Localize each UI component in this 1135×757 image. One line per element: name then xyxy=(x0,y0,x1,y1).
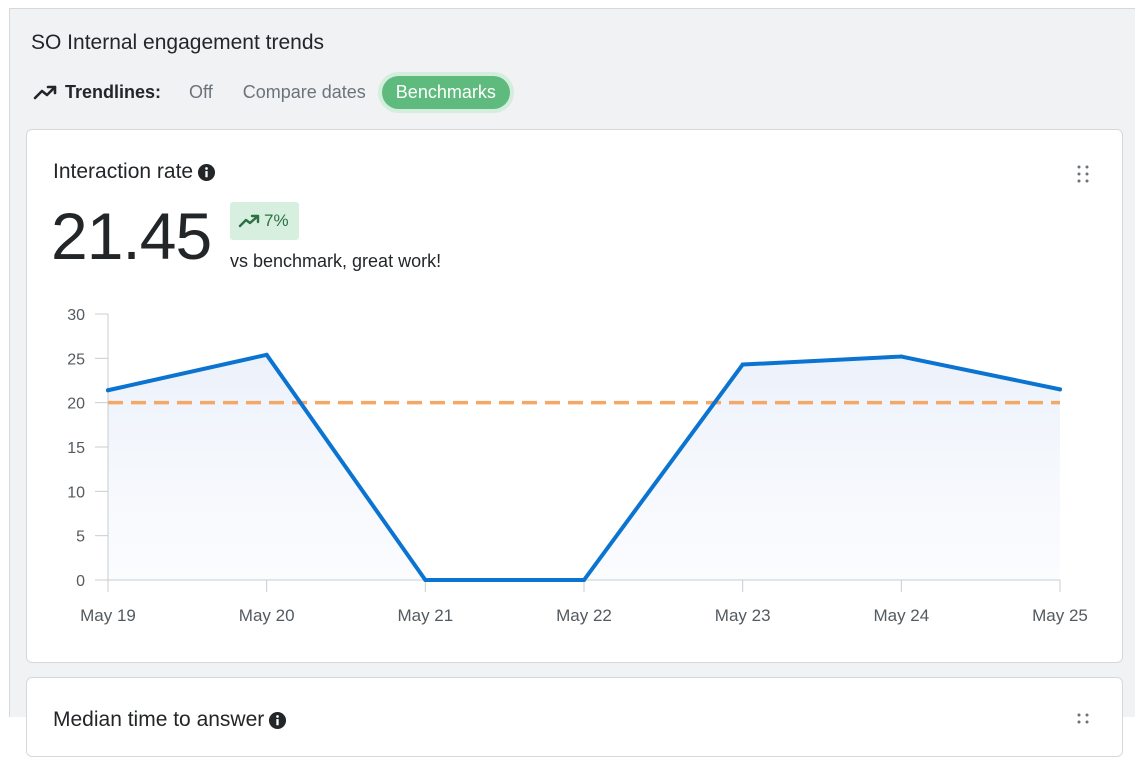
option-benchmarks[interactable]: Benchmarks xyxy=(381,75,510,109)
y-tick-label: 20 xyxy=(67,396,85,413)
card2-title-text: Median time to answer xyxy=(53,708,265,731)
data-point xyxy=(106,388,110,393)
data-point xyxy=(1058,387,1062,392)
panel-title: SO Internal engagement trends xyxy=(31,31,325,54)
x-tick-label: May 24 xyxy=(873,606,929,625)
median-time-card: Median time to answer xyxy=(26,677,1123,757)
data-point xyxy=(264,352,269,357)
option-compare-dates[interactable]: Compare dates xyxy=(229,76,380,109)
y-tick-label: 25 xyxy=(67,351,85,368)
trendlines-toggle: Trendlines: Off Compare dates Benchmarks xyxy=(33,73,512,111)
x-tick-label: May 21 xyxy=(397,606,453,625)
y-tick-label: 15 xyxy=(67,440,85,457)
data-point xyxy=(423,578,428,582)
x-tick-label: May 25 xyxy=(1032,606,1088,625)
data-point xyxy=(582,578,586,582)
drag-handle-icon[interactable] xyxy=(1076,712,1090,732)
x-tick-label: May 23 xyxy=(715,606,771,625)
y-tick-label: 5 xyxy=(76,529,85,546)
series-area xyxy=(108,354,1060,580)
x-tick-label: May 19 xyxy=(80,606,136,625)
y-tick-label: 0 xyxy=(76,573,85,590)
card2-title: Median time to answer xyxy=(53,708,287,732)
y-tick-label: 10 xyxy=(67,484,85,501)
interaction-rate-chart: 0 5 10 15 20 25 30 May 19 May 20 May 21 May 22 May … xyxy=(67,307,1088,625)
engagement-trends-panel: SO Internal engagement trends Trendlines… xyxy=(9,8,1135,757)
trending-up-icon xyxy=(33,85,57,100)
option-off[interactable]: Off xyxy=(175,76,227,109)
y-tick-label: 30 xyxy=(67,307,85,324)
info-icon[interactable] xyxy=(268,711,287,730)
data-point xyxy=(740,362,745,367)
data-point xyxy=(899,354,904,359)
x-tick-label: May 22 xyxy=(556,606,612,625)
x-tick-label: May 20 xyxy=(239,606,295,625)
interaction-rate-card: Interaction rate 21.45 7% vs benchmark, … xyxy=(26,129,1123,663)
trendlines-label: Trendlines: xyxy=(65,81,162,102)
